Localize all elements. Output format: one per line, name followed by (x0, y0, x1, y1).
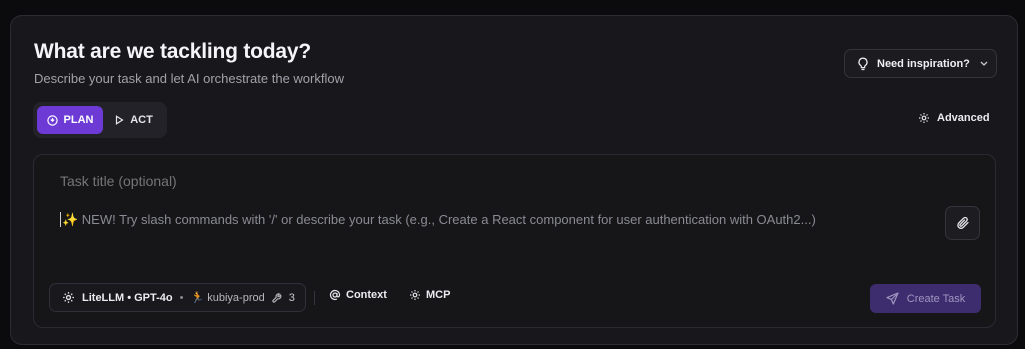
context-label: Context (346, 289, 387, 301)
mcp-button[interactable]: MCP (409, 289, 450, 301)
gear-icon (918, 112, 930, 124)
advanced-label: Advanced (937, 112, 990, 124)
wrench-icon (272, 292, 282, 303)
task-editor: ✨ NEW! Try slash commands with '/' or de… (33, 154, 996, 328)
text-caret (60, 212, 61, 227)
task-description-placeholder: ✨ NEW! Try slash commands with '/' or de… (62, 212, 816, 227)
mcp-label: MCP (426, 289, 451, 301)
mode-act-button[interactable]: ACT (106, 106, 162, 134)
gear-icon (62, 291, 75, 304)
mode-act-label: ACT (130, 114, 153, 126)
create-task-button[interactable]: Create Task (870, 284, 981, 313)
mode-plan-button[interactable]: PLAN (37, 106, 103, 134)
mode-toggle: PLAN ACT (33, 102, 167, 138)
tools-count: 3 (288, 291, 295, 304)
page-subtitle: Describe your task and let AI orchestrat… (34, 71, 344, 86)
mode-plan-label: PLAN (63, 114, 94, 126)
need-inspiration-button[interactable]: Need inspiration? (844, 49, 997, 78)
at-sign-icon (329, 289, 341, 301)
need-inspiration-label: Need inspiration? (877, 57, 970, 70)
paperclip-icon (956, 216, 970, 230)
attach-file-button[interactable] (945, 206, 980, 240)
plan-icon (46, 114, 58, 126)
create-task-label: Create Task (906, 292, 966, 305)
context-button[interactable]: Context (329, 289, 387, 301)
advanced-button[interactable]: Advanced (918, 112, 990, 124)
model-name: LiteLLM • GPT-4o (82, 291, 173, 304)
task-composer-panel: What are we tackling today? Describe you… (10, 15, 1018, 345)
send-icon (886, 292, 899, 305)
separator-dot: • (179, 291, 184, 304)
task-title-input[interactable] (60, 173, 560, 189)
task-description-input[interactable]: ✨ NEW! Try slash commands with '/' or de… (60, 212, 920, 228)
play-icon (115, 115, 124, 125)
model-selector[interactable]: LiteLLM • GPT-4o • 🏃 kubiya-prod 3 (49, 283, 306, 312)
toolbar-divider (314, 291, 315, 305)
environment-name: 🏃 kubiya-prod (190, 292, 265, 304)
page-title: What are we tackling today? (34, 40, 311, 63)
lightbulb-icon (857, 57, 869, 71)
chevron-down-icon (980, 61, 988, 66)
cog-icon (409, 289, 421, 301)
